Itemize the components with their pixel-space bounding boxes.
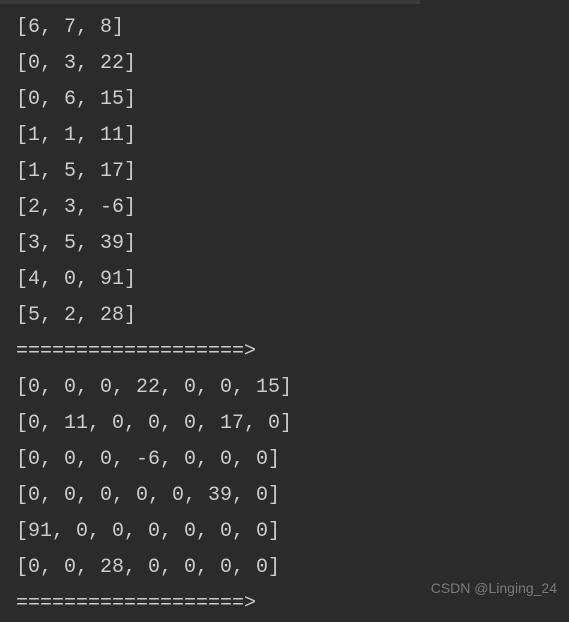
- output-line: [3, 5, 39]: [16, 226, 553, 262]
- output-line: [1, 5, 17]: [16, 154, 553, 190]
- output-line: [6, 7, 8]: [16, 10, 553, 46]
- output-line: [2, 3, -6]: [16, 190, 553, 226]
- output-line: [0, 11, 0, 0, 0, 17, 0]: [16, 406, 553, 442]
- output-line: [0, 3, 22]: [16, 46, 553, 82]
- output-line: [0, 0, 0, 22, 0, 0, 15]: [16, 370, 553, 406]
- console-output: [6, 7, 8] [0, 3, 22] [0, 6, 15] [1, 1, 1…: [16, 10, 553, 622]
- output-line: [4, 0, 91]: [16, 262, 553, 298]
- output-line: [0, 0, 0, -6, 0, 0, 0]: [16, 442, 553, 478]
- output-line: [5, 2, 28]: [16, 298, 553, 334]
- watermark-text: CSDN @Linging_24: [431, 576, 557, 601]
- output-line: [0, 0, 0, 0, 0, 39, 0]: [16, 478, 553, 514]
- top-bar: [0, 0, 420, 4]
- output-line: [0, 6, 15]: [16, 82, 553, 118]
- output-line: [1, 1, 11]: [16, 118, 553, 154]
- output-line: ===================>: [16, 334, 553, 370]
- output-line: [91, 0, 0, 0, 0, 0, 0]: [16, 514, 553, 550]
